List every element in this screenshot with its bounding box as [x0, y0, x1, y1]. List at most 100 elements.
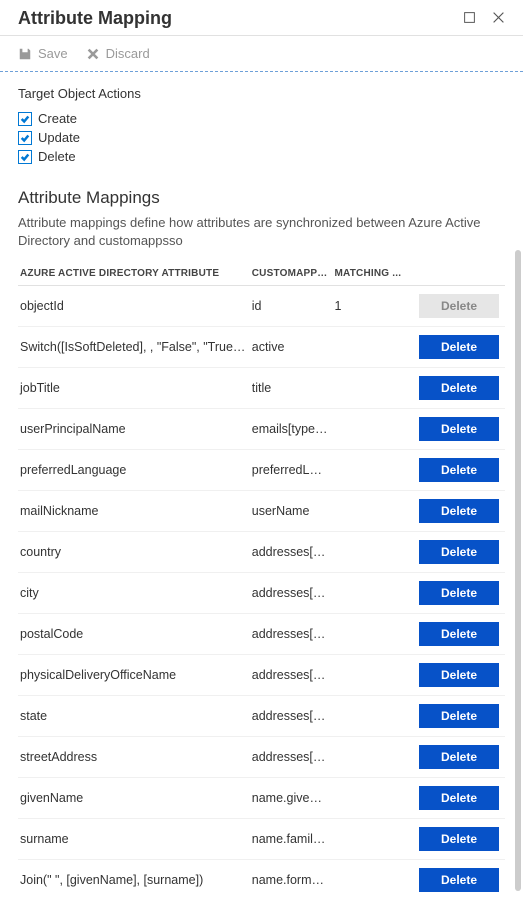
delete-button[interactable]: Delete — [419, 745, 499, 769]
checkbox-delete[interactable] — [18, 150, 32, 164]
cell-aad: objectId — [18, 286, 252, 327]
cell-aad: streetAddress — [18, 737, 252, 778]
cell-delete: Delete — [408, 860, 505, 895]
cell-aad: preferredLanguage — [18, 450, 252, 491]
delete-button: Delete — [419, 294, 499, 318]
cell-delete: Delete — [408, 778, 505, 819]
cell-aad: jobTitle — [18, 368, 252, 409]
cell-matching — [335, 860, 408, 895]
table-row[interactable]: stateaddresses[ty...Delete — [18, 696, 505, 737]
delete-button[interactable]: Delete — [419, 663, 499, 687]
cell-delete: Delete — [408, 573, 505, 614]
table-row[interactable]: objectIdid1 Delete — [18, 286, 505, 327]
cell-matching — [335, 778, 408, 819]
cell-aad: state — [18, 696, 252, 737]
cell-matching — [335, 491, 408, 532]
table-header-row: AZURE ACTIVE DIRECTORY ATTRIBUTE CUSTOMA… — [18, 262, 505, 286]
table-row[interactable]: mailNicknameuserName Delete — [18, 491, 505, 532]
col-header-matching[interactable]: MATCHING ... — [335, 262, 408, 286]
delete-button[interactable]: Delete — [419, 376, 499, 400]
cell-custom: name.formatt... — [252, 860, 335, 895]
cell-matching — [335, 819, 408, 860]
cell-custom: name.family... — [252, 819, 335, 860]
mappings-description: Attribute mappings define how attributes… — [18, 214, 505, 250]
table-row[interactable]: userPrincipalNameemails[type e...Delete — [18, 409, 505, 450]
delete-button[interactable]: Delete — [419, 622, 499, 646]
mappings-table: AZURE ACTIVE DIRECTORY ATTRIBUTE CUSTOMA… — [18, 262, 505, 895]
cell-delete: Delete — [408, 614, 505, 655]
discard-label: Discard — [106, 46, 150, 61]
checkbox-label: Delete — [38, 149, 76, 164]
header-divider — [0, 35, 523, 36]
col-header-delete — [408, 262, 505, 286]
cell-matching — [335, 368, 408, 409]
panel-header: Attribute Mapping — [0, 0, 523, 35]
cell-delete: Delete — [408, 409, 505, 450]
target-action-create: Create — [18, 111, 505, 126]
cell-custom: userName — [252, 491, 335, 532]
cell-custom: emails[type e... — [252, 409, 335, 450]
table-row[interactable]: streetAddressaddresses[ty... Delete — [18, 737, 505, 778]
cell-delete: Delete — [408, 368, 505, 409]
table-row[interactable]: postalCodeaddresses[ty...Delete — [18, 614, 505, 655]
discard-button[interactable]: Discard — [86, 46, 150, 61]
col-header-aad[interactable]: AZURE ACTIVE DIRECTORY ATTRIBUTE — [18, 262, 252, 286]
table-row[interactable]: givenNamename.givenN...Delete — [18, 778, 505, 819]
table-body: objectIdid1DeleteSwitch([IsSoftDeleted],… — [18, 286, 505, 895]
save-icon — [18, 47, 32, 61]
delete-button[interactable]: Delete — [419, 499, 499, 523]
cell-custom: title — [252, 368, 335, 409]
table-row[interactable]: jobTitletitle Delete — [18, 368, 505, 409]
cell-delete: Delete — [408, 450, 505, 491]
checkbox-label: Update — [38, 130, 80, 145]
header-actions — [463, 11, 505, 27]
target-action-delete: Delete — [18, 149, 505, 164]
delete-button[interactable]: Delete — [419, 458, 499, 482]
checkbox-create[interactable] — [18, 112, 32, 126]
target-action-update: Update — [18, 130, 505, 145]
cell-delete: Delete — [408, 696, 505, 737]
save-button[interactable]: Save — [18, 46, 68, 61]
table-row[interactable]: preferredLanguagepreferredLan...Delete — [18, 450, 505, 491]
cell-aad: surname — [18, 819, 252, 860]
cell-custom: addresses[ty... — [252, 737, 335, 778]
table-row[interactable]: surnamename.family... Delete — [18, 819, 505, 860]
cell-custom: addresses[ty... — [252, 573, 335, 614]
cell-matching — [335, 450, 408, 491]
cell-matching: 1 — [335, 286, 408, 327]
cell-aad: givenName — [18, 778, 252, 819]
cell-aad: mailNickname — [18, 491, 252, 532]
delete-button[interactable]: Delete — [419, 868, 499, 892]
cell-delete: Delete — [408, 737, 505, 778]
cell-aad: country — [18, 532, 252, 573]
delete-button[interactable]: Delete — [419, 581, 499, 605]
cell-custom: addresses[ty... — [252, 614, 335, 655]
cell-custom: id — [252, 286, 335, 327]
content-area: Target Object Actions Create Update Delete… — [0, 72, 523, 895]
cell-matching — [335, 737, 408, 778]
table-row[interactable]: countryaddresses[ty...Delete — [18, 532, 505, 573]
table-row[interactable]: Switch([IsSoftDeleted], , "False", "True… — [18, 327, 505, 368]
close-icon[interactable] — [492, 11, 505, 27]
table-row[interactable]: physicalDeliveryOfficeNameaddresses[ty..… — [18, 655, 505, 696]
delete-button[interactable]: Delete — [419, 417, 499, 441]
col-header-custom[interactable]: CUSTOMAPPS... — [252, 262, 335, 286]
delete-button[interactable]: Delete — [419, 335, 499, 359]
table-row[interactable]: cityaddresses[ty... Delete — [18, 573, 505, 614]
cell-aad: physicalDeliveryOfficeName — [18, 655, 252, 696]
toolbar: Save Discard — [0, 40, 523, 71]
cell-delete: Delete — [408, 819, 505, 860]
delete-button[interactable]: Delete — [419, 786, 499, 810]
cell-aad: city — [18, 573, 252, 614]
pin-icon[interactable] — [463, 11, 476, 27]
checkbox-update[interactable] — [18, 131, 32, 145]
cell-matching — [335, 696, 408, 737]
cell-delete: Delete — [408, 327, 505, 368]
cell-matching — [335, 409, 408, 450]
delete-button[interactable]: Delete — [419, 540, 499, 564]
scrollbar[interactable] — [515, 250, 521, 891]
table-row[interactable]: Join(" ", [givenName], [surname])name.fo… — [18, 860, 505, 895]
target-actions-heading: Target Object Actions — [18, 86, 505, 101]
delete-button[interactable]: Delete — [419, 704, 499, 728]
delete-button[interactable]: Delete — [419, 827, 499, 851]
